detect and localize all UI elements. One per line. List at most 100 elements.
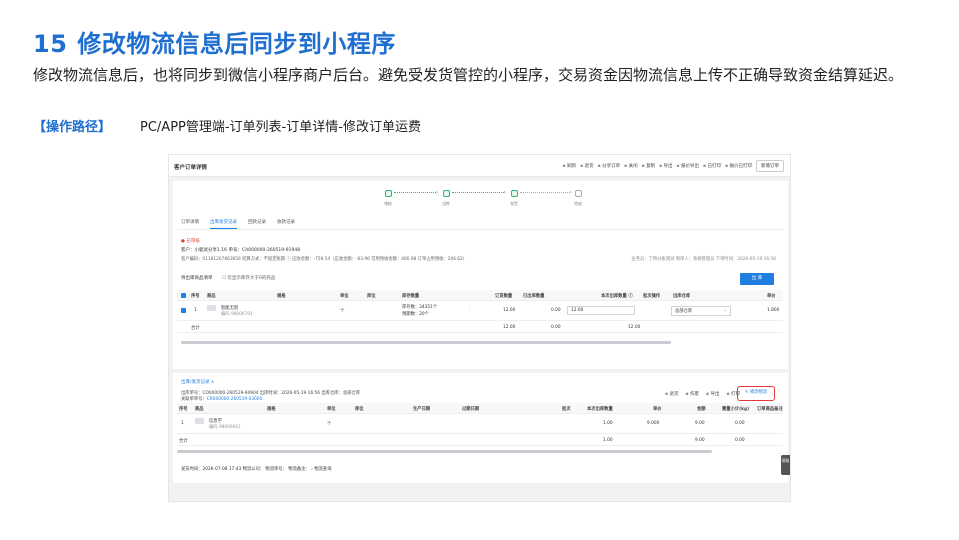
outbound-export-button[interactable]: 导出 bbox=[706, 391, 720, 397]
table-row[interactable]: 1 智能无阻 编码 98006701 个 库存数：34351个 预期数：20个 … bbox=[177, 301, 783, 321]
total-label: 合计 bbox=[191, 326, 200, 331]
more-icon[interactable]: ⋮ bbox=[467, 307, 471, 312]
screenshot-header: 客户订单详情 刷新 退货 分享订单 关闭 复制 导出 报价导出 已打印 报价已打… bbox=[169, 155, 790, 177]
customer-line: 客户：小鹿试分享1.16 单号：CA000000-260519-91948 bbox=[181, 248, 301, 253]
row-expected-count: 预期数：20个 bbox=[402, 312, 429, 317]
col-product: 商品 bbox=[207, 294, 216, 299]
tab-payback-records[interactable]: 回款记录 bbox=[248, 219, 266, 229]
col-amount: 金额 bbox=[697, 407, 706, 412]
help-side-tab[interactable]: 帮助 bbox=[781, 455, 790, 475]
table-header: 序号 商品 规格 单位 库位 库存数量 订货数量 已出库数量 本次出库数量 ⓘ … bbox=[177, 290, 783, 301]
row-weight: 0.00 bbox=[735, 421, 745, 426]
table-header: 序号 商品 规格 单位 库位 生产日期 过期日期 批次 本次出库数量 单价 金额… bbox=[177, 403, 783, 414]
col-spec: 规格 bbox=[267, 407, 276, 412]
void-button[interactable]: 作废 bbox=[686, 391, 699, 397]
detail-right-line: 业务员：丁特分账测试 制单人：系统管理员 下单时间：2026-05-19 16:… bbox=[631, 257, 776, 262]
slide-description: 修改物流信息后，也将同步到微信小程序商户后台。避免受发货管控的小程序，交易资金因… bbox=[33, 66, 904, 84]
row-product-image bbox=[207, 305, 219, 312]
col-production-date: 生产日期 bbox=[413, 407, 431, 412]
step-arrow-2 bbox=[452, 189, 506, 196]
tab-order-detail[interactable]: 订单详情 bbox=[181, 219, 199, 229]
total-this-qty: 12.00 bbox=[628, 325, 641, 330]
this-qty-input[interactable]: 12.00 bbox=[567, 306, 635, 315]
col-location: 库位 bbox=[355, 407, 364, 412]
related-order-label: 关联单单号： bbox=[181, 397, 207, 402]
order-detail-title: 客户订单详情 bbox=[174, 165, 208, 171]
row-amount: 9.00 bbox=[695, 421, 705, 426]
total-order-qty: 12.00 bbox=[503, 325, 516, 330]
select-all-checkbox[interactable] bbox=[181, 293, 186, 300]
col-warehouse: 出库仓库 bbox=[673, 294, 691, 299]
outbound-button[interactable]: 出 库 bbox=[740, 273, 774, 285]
quote-export-button[interactable]: 报价导出 bbox=[677, 163, 699, 169]
refresh-button[interactable]: 刷新 bbox=[563, 163, 576, 169]
row-price: 1.800 bbox=[767, 308, 780, 313]
outbound-record-panel: 出库/发货记录 ∧ 出库单号：CO000000-260519-94904 出库时… bbox=[173, 373, 788, 483]
col-index: 序号 bbox=[191, 294, 200, 299]
slide-title-text: 修改物流信息后同步到小程序 bbox=[77, 30, 396, 58]
share-order-button[interactable]: 分享订单 bbox=[598, 163, 620, 169]
printed-button[interactable]: 已打印 bbox=[703, 163, 722, 169]
col-price: 单价 bbox=[653, 407, 662, 412]
step-outbound-icon bbox=[442, 190, 450, 197]
col-unit: 单位 bbox=[340, 294, 349, 299]
horizontal-scrollbar[interactable] bbox=[181, 341, 671, 344]
new-order-button[interactable]: 新增订单 bbox=[756, 160, 784, 172]
row-product-code: 编码 98006701 bbox=[221, 312, 253, 317]
slide-title: 15 修改物流信息后同步到小程序 bbox=[33, 24, 396, 59]
tab-outbound-records[interactable]: 出库发货记录 bbox=[210, 219, 237, 229]
close-order-button[interactable]: 关闭 bbox=[624, 163, 638, 169]
row-unit: 个 bbox=[327, 422, 332, 427]
chevron-down-icon: ⌄ bbox=[723, 308, 727, 313]
row-product-code: 编码 98006601 bbox=[209, 425, 241, 430]
related-order-line: 关联单单号：CR000000-260519-03005 bbox=[181, 396, 262, 402]
row-order-qty: 12.00 bbox=[503, 308, 516, 313]
col-product: 商品 bbox=[195, 407, 204, 412]
table-total-row: 合计 1.00 9.00 0.00 bbox=[177, 434, 783, 446]
col-location: 库位 bbox=[367, 294, 376, 299]
total-qty: 1.00 bbox=[603, 438, 613, 443]
table-total-row: 合计 12.00 0.00 12.00 bbox=[177, 321, 783, 333]
step-audit-label: 审核 bbox=[384, 201, 392, 206]
col-index: 序号 bbox=[179, 407, 188, 412]
edit-logistics-button[interactable]: ✎ 修改物流 bbox=[737, 386, 775, 401]
col-this-qty: 本次出库数量 ⓘ bbox=[601, 294, 633, 299]
col-weight: 重量小计(kg) bbox=[722, 407, 750, 412]
tab-receipt-records[interactable]: 收款记录 bbox=[277, 219, 295, 229]
stock-filter-checkbox[interactable]: ☐ 仅显示库存大于0的商品 bbox=[222, 276, 275, 281]
step-complete: 完成 bbox=[568, 190, 588, 207]
col-remark: 订单商品备注 bbox=[757, 407, 783, 412]
detail-tabs: 订单详情 出库发货记录 回款记录 收款记录 bbox=[181, 219, 295, 229]
related-order-link[interactable]: CR000000-260519-03005 bbox=[207, 397, 263, 402]
row-index: 1 bbox=[181, 421, 184, 426]
quote-printed-button[interactable]: 报价已打印 bbox=[725, 163, 753, 169]
return-button[interactable]: 退货 bbox=[580, 163, 594, 169]
table-row[interactable]: 1 信息学 编码 98006601 个 1.00 9.000 9.00 0.00 bbox=[177, 414, 783, 434]
pending-goods-table: 序号 商品 规格 单位 库位 库存数量 订货数量 已出库数量 本次出库数量 ⓘ … bbox=[177, 290, 783, 333]
stock-filter-label: 仅显示库存大于0的商品 bbox=[227, 276, 276, 281]
outbound-return-button[interactable]: 退货 bbox=[665, 391, 679, 397]
row-checkbox[interactable] bbox=[181, 308, 186, 315]
copy-order-button[interactable]: 复制 bbox=[642, 163, 655, 169]
order-status-text: 已审核 bbox=[186, 239, 200, 244]
step-complete-label: 完成 bbox=[574, 201, 582, 206]
col-batch-op: 批次操作 bbox=[643, 294, 661, 299]
horizontal-scrollbar[interactable] bbox=[177, 450, 712, 453]
row-stock-count: 库存数：34351个 bbox=[402, 305, 438, 310]
outbound-record-title[interactable]: 出库/发货记录 ∧ bbox=[181, 379, 214, 385]
export-button[interactable]: 导出 bbox=[659, 163, 673, 169]
step-audit-icon bbox=[384, 190, 392, 197]
operation-path-tag: 【操作路径】 bbox=[33, 120, 112, 135]
row-qty: 1.00 bbox=[603, 421, 613, 426]
col-order-qty: 订货数量 bbox=[495, 294, 513, 299]
order-status: ● 已审核 bbox=[181, 239, 200, 244]
step-outbound-label: 出库 bbox=[442, 201, 450, 206]
warehouse-select[interactable]: 总部仓库 ⌄ bbox=[671, 306, 731, 316]
col-this-qty: 本次出库数量 bbox=[587, 407, 613, 412]
total-out-qty: 0.00 bbox=[551, 325, 561, 330]
step-arrow-1 bbox=[394, 189, 438, 196]
detail-line: 客户编码：01181207863656 结算方式：不固定账期 ⓘ 应收金额：-7… bbox=[181, 257, 468, 262]
col-price: 单价 bbox=[767, 294, 776, 299]
row-product-image bbox=[195, 418, 207, 425]
tab-divider bbox=[177, 229, 784, 230]
